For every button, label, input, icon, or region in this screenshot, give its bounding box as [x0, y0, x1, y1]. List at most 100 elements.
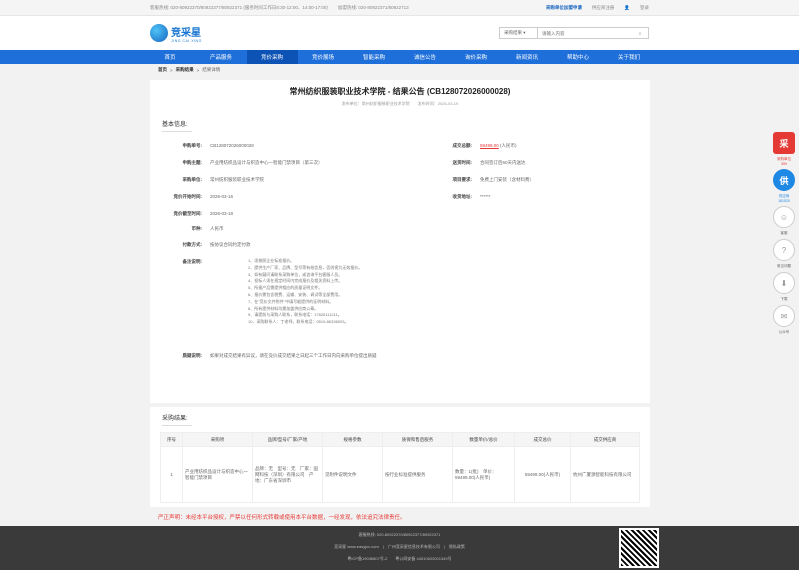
section-results: 采购结果: [162, 413, 192, 426]
col-no: 序号 [160, 432, 183, 447]
col-supplier: 成交供应商 [570, 432, 640, 447]
footer-phone: 客服热线: 020-80922370/80922377/80922371 [358, 532, 441, 537]
side-float-bar: 采 采购单位 399 供 供应商 181520 ☺ 客服 ? 常见问题 ⬇ 下载… [773, 132, 795, 335]
label-payment: 付款方式: [182, 242, 203, 247]
cell-qty-price: 数量：1(批) 单价：59499.00(人民币) [452, 446, 515, 503]
value-payment: 按协议合同约定付款 [210, 242, 251, 247]
detail-card: 常州纺织服装职业技术学院 - 结果公告 (CB128072026000028) … [150, 80, 650, 403]
breadcrumb: 首页 > 采购结果 > 结果详情 [0, 64, 799, 76]
top-bar: 客服热线: 020-80922370/80922377/80922371 (服务… [0, 0, 799, 16]
search-input[interactable] [538, 28, 632, 38]
cell-supplier: 杭州广厦源智能科技有限公司 [570, 446, 640, 503]
footer-icp[interactable]: 粤ICP备19036807号-2 粤公网安备 44010602001349号 [0, 556, 799, 562]
nav-home[interactable]: 首页 [145, 50, 196, 64]
label-remarks: 备注说明: [182, 259, 203, 264]
value-unit: 常州纺织服装职业技术学院 [210, 177, 264, 182]
nav-inquiry[interactable]: 询价采购 [451, 50, 502, 64]
faq-icon[interactable]: ? [773, 239, 795, 261]
supplier-icon[interactable]: 供 [773, 169, 795, 191]
value-requirements: 免费上门安装（含材料费） [480, 177, 534, 182]
col-qty-price: 数量单价/总价 [452, 432, 515, 447]
crumb-current: 结果详情 [202, 67, 221, 72]
download-icon[interactable]: ⬇ [773, 272, 795, 294]
search-icon[interactable]: ⌕ [632, 28, 648, 38]
note-item: 5、所报产品需提供相应的质量证明文件。 [248, 285, 323, 291]
section-basic-info: 基本信息: [162, 119, 192, 132]
wechat-icon[interactable]: ✉ [773, 305, 795, 327]
value-subject: 产业用纺织品设计与织造中心一智能门禁项目（第三次） [210, 160, 323, 165]
buyer-icon[interactable]: 采 [773, 132, 795, 154]
value-total-unit: (人民币) [500, 143, 517, 148]
wechat-label: 公众号 [778, 330, 790, 334]
value-delivery: 合同签订后60天内送达 [480, 160, 526, 165]
cell-service: 按行业标准提供服务 [382, 446, 453, 503]
login-link[interactable]: 登录 [640, 5, 649, 11]
note-item: 7、在"竞价文件附件"中填写能提供的证明材料。 [248, 298, 334, 304]
results-table: 序号 采购项 品牌/型号/厂家/产地 规格参数 质保和售后服务 数量单价/总价 … [160, 432, 640, 503]
col-service: 质保和售后服务 [382, 432, 453, 447]
nav-help[interactable]: 帮助中心 [553, 50, 604, 64]
label-currency: 币种: [191, 226, 203, 231]
search-type-label: 采购结果 [504, 30, 522, 35]
nav-bidding[interactable]: 竞价采购 [246, 50, 298, 64]
buyer-label: 采购单位 399 [777, 157, 791, 166]
nav-products[interactable]: 产品服务 [196, 50, 247, 64]
note-item: 6、报价需包含税费、运输、安装、调试等全部费用。 [248, 291, 343, 297]
footer: 客服热线: 020-80922370/80922377/80922371 竞采星… [0, 526, 799, 570]
note-item: 1、须按照企业标准报价。 [248, 258, 295, 263]
logo-icon [150, 24, 168, 42]
col-total: 成交总价 [514, 432, 571, 447]
label-order-no: 申购单号: [182, 143, 203, 148]
qr-code-image [619, 528, 659, 568]
cell-no: 1 [160, 446, 183, 503]
supplier-register-link[interactable]: 供应商注册 [592, 5, 615, 11]
label-address: 收货地址: [452, 194, 473, 199]
user-icon[interactable]: 👤 [624, 5, 630, 11]
col-item: 采购项 [182, 432, 253, 447]
label-dispute: 质疑说明: [182, 353, 203, 358]
nav-exhibition[interactable]: 竞价展场 [298, 50, 349, 64]
value-dispute: 如果对成交结果有异议，请在竞价成交结果之日起三个工作日内向采购单位提出质疑 [210, 353, 377, 358]
crumb-results[interactable]: 采购结果 [176, 67, 194, 73]
label-start-time: 竞价开始时间: [173, 194, 203, 199]
logo-sub: JING CAI XING [171, 38, 202, 43]
header: 竞采星JING CAI XING 采购结果 ▾ ⌕ [0, 16, 799, 50]
crumb-home[interactable]: 首页 [158, 67, 167, 73]
faq-label: 常见问题 [777, 264, 791, 268]
business-phone: 加盟热线: 020-80922371/80922713 [337, 4, 409, 10]
cell-total: 59499.00(人民币) [514, 446, 571, 503]
main-nav: 首页 产品服务 竞价采购 竞价展场 智能采购 诚信公告 询价采购 新闻资讯 帮助… [0, 50, 799, 64]
supplier-label: 供应商 181520 [778, 194, 790, 203]
cell-item: 产业用纺织品设计与织造中心一智能门禁项目 [182, 446, 253, 503]
note-item: 10、采购联系人：丁老师，联系电话：0519-86336003。 [248, 319, 349, 325]
nav-about[interactable]: 关于我们 [604, 50, 655, 64]
customer-service-icon[interactable]: ☺ [773, 206, 795, 228]
table-header-row: 序号 采购项 品牌/型号/厂家/产地 规格参数 质保和售后服务 数量单价/总价 … [160, 432, 640, 447]
col-brand: 品牌/型号/厂家/产地 [252, 432, 323, 447]
value-total: 59499.00 [480, 143, 499, 148]
label-subject: 申购主题: [182, 160, 203, 165]
search-type-select[interactable]: 采购结果 ▾ [500, 28, 538, 38]
label-unit: 采购单位: [182, 177, 203, 182]
label-delivery: 送货时间: [452, 160, 473, 165]
note-item: 2、提供生产厂家、品牌、型号等有效信息，否则视为无效报价。 [248, 264, 363, 270]
logo-name: 竞采星 [171, 27, 201, 39]
service-label: 客服 [780, 231, 788, 235]
value-start-time: 2026-03-16 [210, 194, 234, 199]
footer-links[interactable]: 竞采星 www.easyjcx.com | 广州竞采星信息技术有限公司 | 隐私… [0, 544, 799, 550]
logo[interactable]: 竞采星 JING CAI XING [150, 24, 202, 43]
nav-news[interactable]: 新闻资讯 [502, 50, 553, 64]
remarks-list: 1、须按照企业标准报价。 2、提供生产厂家、品牌、型号等有效信息，否则视为无效报… [248, 258, 568, 326]
label-requirements: 项目要求: [452, 177, 473, 182]
value-order-no: CB128072026000028 [210, 143, 254, 148]
apply-link[interactable]: 采购单位加盟申请 [546, 5, 582, 11]
legal-warning: 严正声明：未经本平台授权，严禁以任何形式转载或使用本平台数据，一经发现，依法追究… [158, 515, 406, 521]
label-end-time: 竞价截至时间: [173, 211, 203, 216]
value-end-time: 2026-03-18 [210, 211, 234, 216]
page-title: 常州纺织服装职业技术学院 - 结果公告 (CB128072026000028) [289, 87, 511, 96]
search-bar: 采购结果 ▾ ⌕ [499, 27, 649, 39]
value-currency: 人民币 [210, 226, 224, 231]
download-label: 下载 [780, 297, 788, 301]
nav-notice[interactable]: 诚信公告 [400, 50, 451, 64]
nav-smart[interactable]: 智能采购 [349, 50, 400, 64]
